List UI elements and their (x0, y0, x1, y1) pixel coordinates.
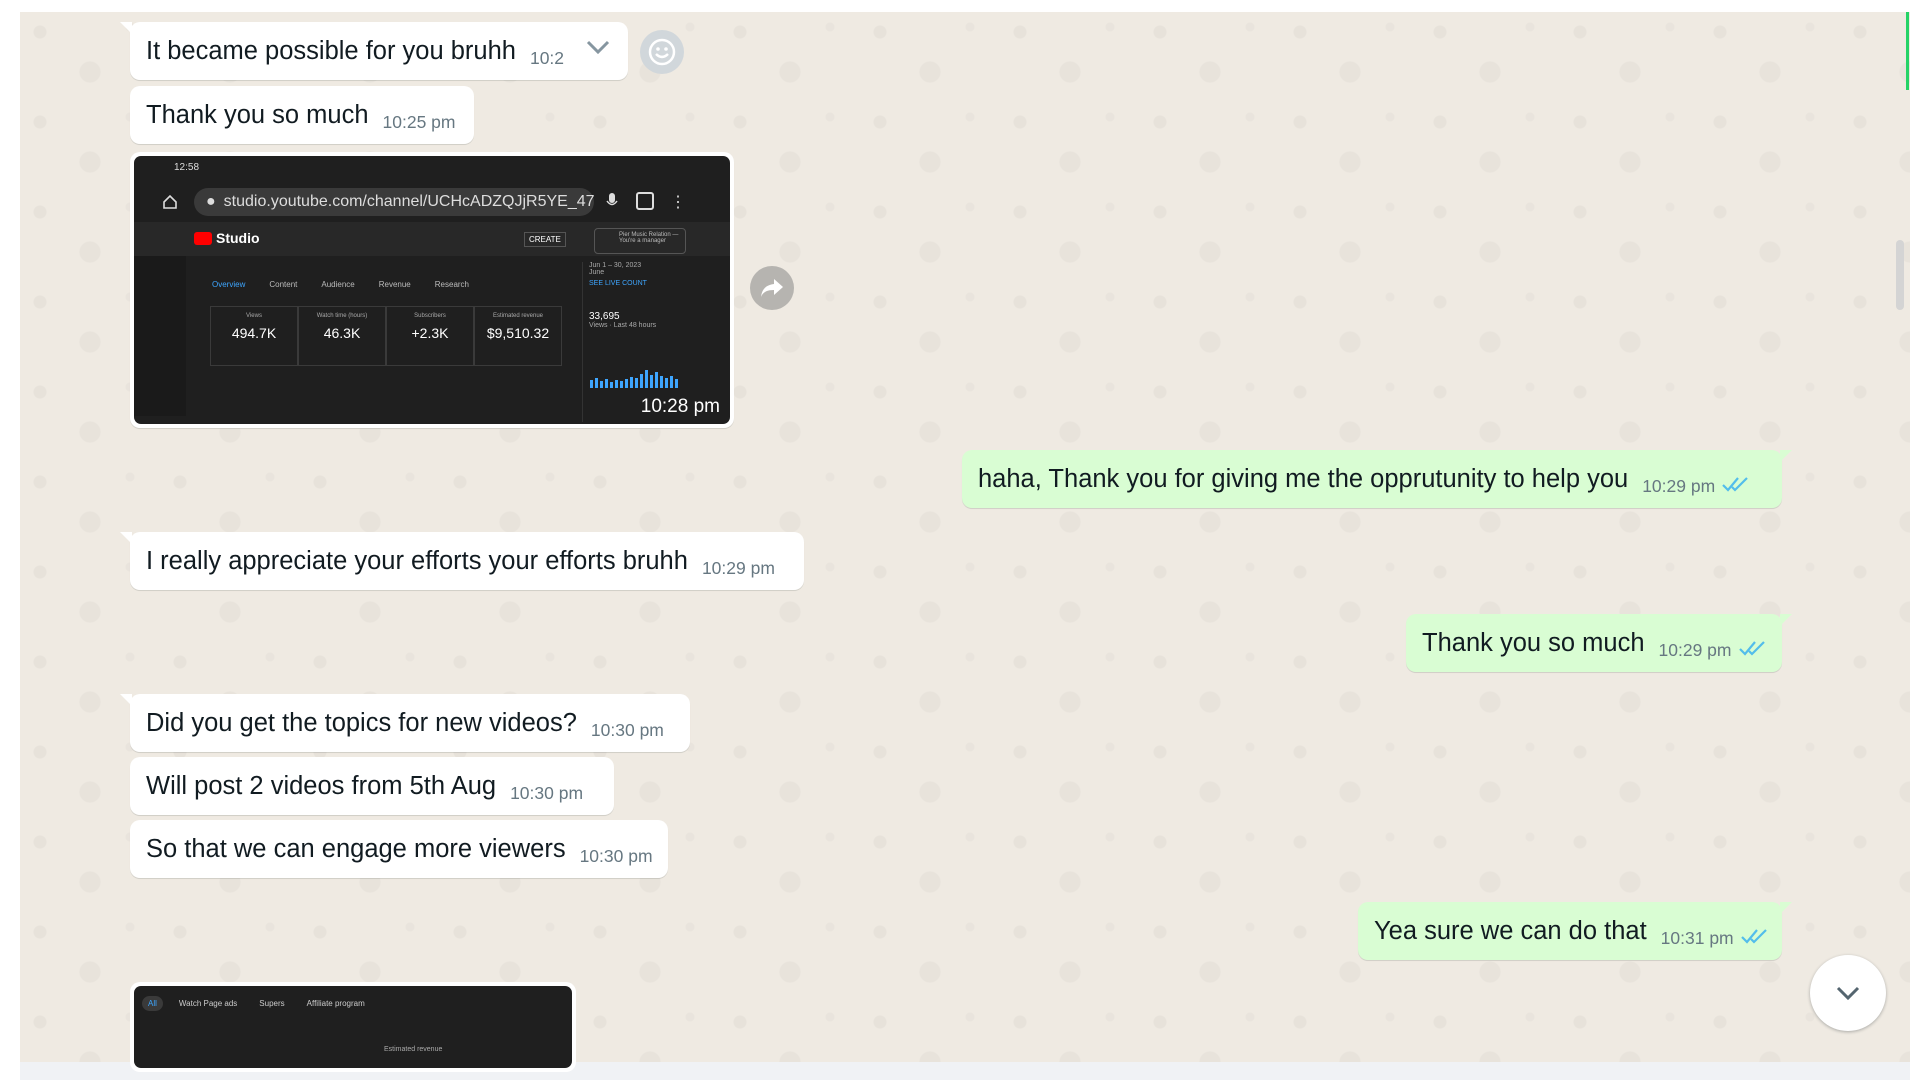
studio-tabs: Overview Content Audience Revenue Resear… (212, 280, 470, 289)
double-check-icon (1740, 927, 1770, 950)
mic-icon (606, 192, 618, 215)
studio-stats: Views 494.7K Watch time (hours) 46.3K Subs… (210, 306, 562, 366)
message-text: Thank you so much (1422, 628, 1645, 657)
phone-status-time: 12:58 (174, 162, 200, 173)
forward-icon[interactable] (750, 266, 794, 310)
stat-card: Watch time (hours) 46.3K (298, 306, 386, 366)
channel-switcher: Pier Music Relation — You're a manager (594, 228, 686, 254)
message-text: I really appreciate your efforts your ef… (146, 546, 688, 575)
image-message[interactable]: All Watch Page ads Supers Affiliate prog… (130, 982, 576, 1072)
realtime-bars (590, 366, 678, 388)
message-time: 10:30 pm (579, 845, 653, 866)
message-text: It became possible for you bruhh (146, 36, 516, 65)
studio-logo: Studio (194, 230, 260, 246)
message-time: 10:29 pm (1658, 639, 1732, 660)
message-time: 10:31 pm (1660, 927, 1734, 948)
url-bar: ● studio.youtube.com/channel/UCHcADZQJjR… (194, 188, 595, 216)
message-text: Yea sure we can do that (1374, 916, 1647, 945)
youtube-icon (194, 231, 212, 245)
scroll-down-icon[interactable] (1810, 955, 1886, 1031)
message-text: Did you get the topics for new videos? (146, 708, 577, 737)
stat-card: Views 494.7K (210, 306, 298, 366)
chevron-down-icon[interactable] (584, 38, 612, 63)
screenshot-image[interactable]: All Watch Page ads Supers Affiliate prog… (134, 986, 572, 1068)
double-check-icon (1721, 475, 1751, 498)
incoming-message[interactable]: It became possible for you bruhh 10:2 (120, 22, 628, 80)
message-time: 10:29 pm (1642, 475, 1716, 496)
lock-icon: ● (206, 193, 216, 210)
message-text: Thank you so much (146, 100, 369, 129)
outgoing-message[interactable]: haha, Thank you for giving me the opprut… (962, 450, 1792, 508)
message-time: 10:29 pm (701, 557, 775, 578)
message-text: Will post 2 videos from 5th Aug (146, 771, 497, 800)
outgoing-message[interactable]: Yea sure we can do that 10:31 pm (1358, 902, 1792, 960)
scrollbar-thumb[interactable] (1896, 240, 1904, 310)
stat-card: Subscribers +2.3K (386, 306, 474, 366)
smiley-icon[interactable] (640, 30, 684, 74)
message-time: 10:2 (529, 47, 565, 68)
active-indicator (1906, 12, 1909, 90)
outgoing-message[interactable]: Thank you so much 10:29 pm (1406, 614, 1792, 672)
studio-sidebar (134, 256, 186, 416)
image-time: 10:28 pm (640, 396, 720, 417)
revenue-label: Estimated revenue (384, 1046, 443, 1053)
double-check-icon (1738, 639, 1768, 662)
incoming-message[interactable]: Did you get the topics for new videos? 1… (120, 694, 690, 752)
revenue-filter-chips: All Watch Page ads Supers Affiliate prog… (142, 996, 371, 1011)
incoming-message[interactable]: I really appreciate your efforts your ef… (120, 532, 804, 590)
incoming-message[interactable]: Thank you so much 10:25 pm (130, 86, 474, 144)
screenshot-image[interactable]: 12:58 ● studio.youtube.com/channel/UCHcA… (134, 156, 730, 424)
message-time: 10:30 pm (590, 719, 664, 740)
menu-dots-icon: ⋮ (670, 194, 686, 211)
incoming-message[interactable]: So that we can engage more viewers 10:30… (130, 820, 668, 878)
image-message[interactable]: 12:58 ● studio.youtube.com/channel/UCHcA… (130, 152, 734, 428)
message-text: haha, Thank you for giving me the opprut… (978, 464, 1629, 493)
message-time: 10:25 pm (382, 111, 456, 132)
home-icon (162, 194, 178, 215)
message-time: 10:30 pm (510, 782, 584, 803)
create-button: CREATE (524, 232, 566, 247)
message-text: So that we can engage more viewers (146, 834, 566, 863)
tabs-icon (636, 192, 654, 210)
incoming-message[interactable]: Will post 2 videos from 5th Aug 10:30 pm (130, 757, 614, 815)
url-text: studio.youtube.com/channel/UCHcADZQJjR5Y… (223, 193, 595, 210)
stat-card: Estimated revenue $9,510.32 (474, 306, 562, 366)
